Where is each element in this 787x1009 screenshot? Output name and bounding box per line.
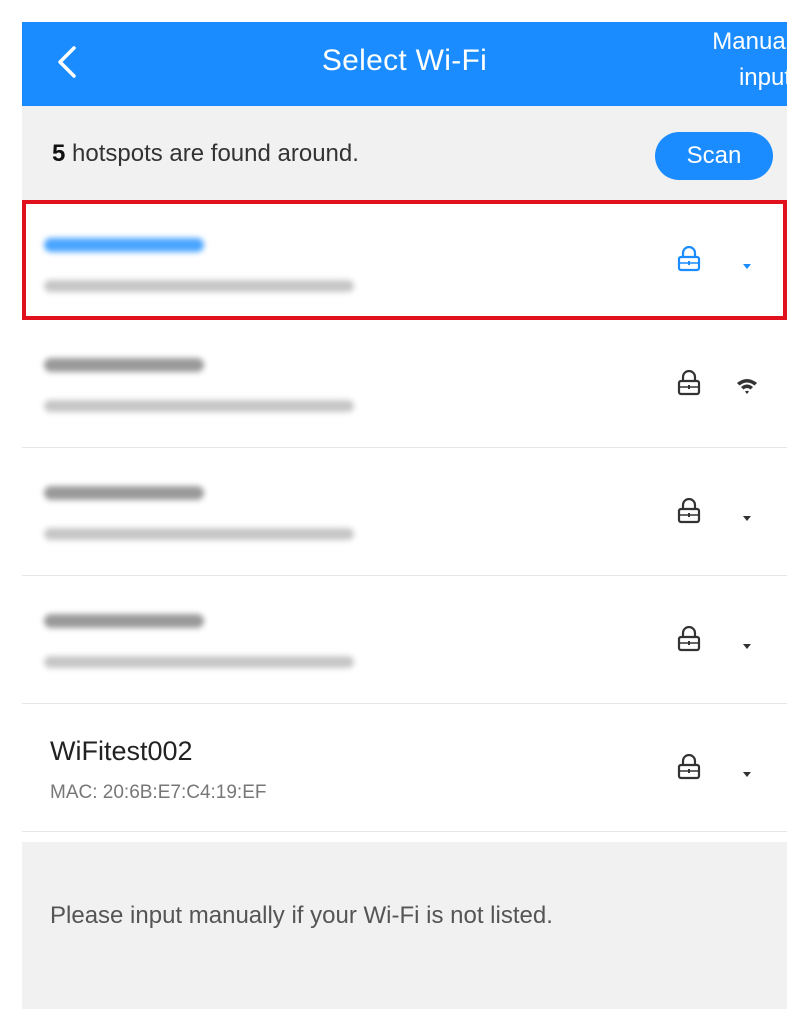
page-title: Select Wi-Fi <box>321 44 488 77</box>
wifi-list-item-4[interactable] <box>22 576 787 704</box>
lock-icon <box>677 246 701 272</box>
wifi-list-item-3[interactable] <box>22 448 787 576</box>
signal-low-icon <box>743 264 751 269</box>
signal-low-icon <box>743 516 751 521</box>
blurred-network-mac <box>44 656 354 668</box>
network-mac: MAC: 20:6B:E7:C4:19:EF <box>50 782 267 803</box>
blurred-network-mac <box>44 280 354 292</box>
lock-icon <box>677 370 701 396</box>
blurred-network-mac <box>44 400 354 412</box>
signal-low-icon <box>743 772 751 777</box>
wifi-list-item-2[interactable] <box>22 320 787 448</box>
blurred-network-name <box>44 358 204 372</box>
scan-summary-bar: 5 hotspots are found around. Scan <box>22 106 787 200</box>
blurred-network-name <box>44 486 204 500</box>
lock-icon <box>677 498 701 524</box>
hotspot-count-text: 5 hotspots are found around. <box>52 140 359 168</box>
manual-input-button[interactable]: Manual input <box>681 24 787 96</box>
blurred-network-mac <box>44 528 354 540</box>
wifi-list-item-5[interactable]: WiFitest002 MAC: 20:6B:E7:C4:19:EF <box>22 704 787 832</box>
blurred-network-name <box>44 238 204 252</box>
manual-input-hint-area: Please input manually if your Wi-Fi is n… <box>22 842 787 1009</box>
lock-icon <box>677 626 701 652</box>
signal-low-icon <box>743 644 751 649</box>
network-name: WiFitest002 <box>50 736 193 766</box>
wifi-signal-icon <box>737 379 757 394</box>
hotspot-count-label: hotspots are found around. <box>65 140 359 167</box>
lock-icon <box>677 754 701 780</box>
wifi-list-item-1[interactable] <box>22 200 787 320</box>
blurred-network-name <box>44 614 204 628</box>
app-header: Select Wi-Fi Manual input <box>22 22 787 106</box>
wifi-list: WiFitest002 MAC: 20:6B:E7:C4:19:EF <box>22 200 787 832</box>
scan-button[interactable]: Scan <box>655 132 773 180</box>
manual-input-hint: Please input manually if your Wi-Fi is n… <box>50 902 553 929</box>
hotspot-count: 5 <box>52 140 66 167</box>
